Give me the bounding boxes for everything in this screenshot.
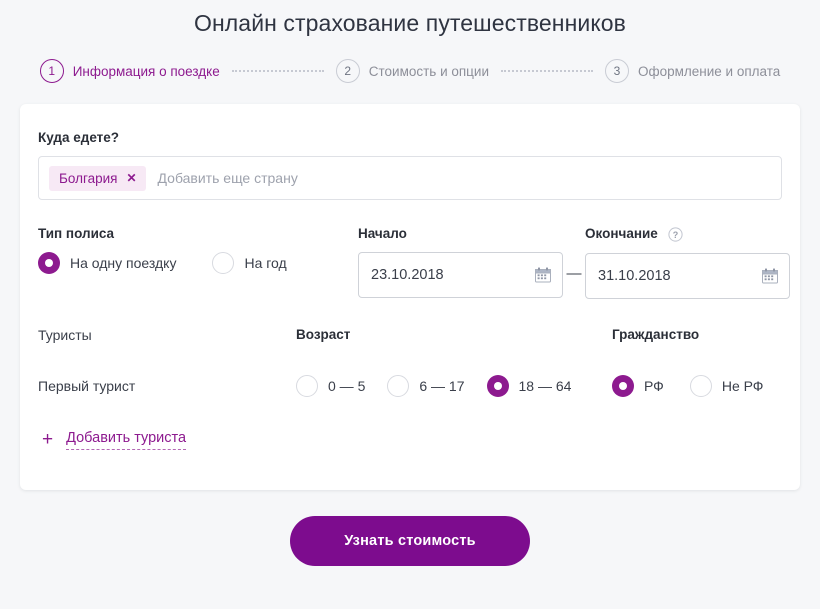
destination-input[interactable]: Болгария ✕ Добавить еще страну <box>38 156 782 200</box>
age-option-0-5[interactable]: 0 — 5 <box>296 374 366 397</box>
policy-option-single-trip[interactable]: На одну поездку <box>38 252 176 274</box>
plus-icon: + <box>42 429 54 451</box>
policy-type-label: Тип полиса <box>38 226 115 241</box>
radio-selected-icon[interactable] <box>486 374 509 397</box>
step-1-number: 1 <box>39 59 64 83</box>
end-date-group: Окончание ? 31.10.2018 <box>585 226 790 299</box>
policy-type-group: Тип полиса На одну поездку На год <box>38 226 358 299</box>
start-date-group: Начало 23.10.2018 <box>358 226 563 299</box>
policy-and-dates-row: Тип полиса На одну поездку На год Начало… <box>38 226 790 299</box>
step-2-label: Стоимость и опции <box>368 63 489 79</box>
step-2-number: 2 <box>335 59 360 83</box>
progress-stepper: 1 Информация о поездке 2 Стоимость и опц… <box>0 59 820 83</box>
tourist-name: Первый турист <box>38 377 136 394</box>
age-option-18-64-label: 18 — 64 <box>518 377 572 394</box>
age-radio-group: 0 — 5 6 — 17 18 — 64 <box>296 374 612 397</box>
radio-unselected-icon[interactable] <box>689 374 712 397</box>
start-date-value: 23.10.2018 <box>371 267 444 283</box>
close-icon[interactable]: ✕ <box>126 172 136 184</box>
destination-label: Куда едете? <box>38 130 120 145</box>
age-option-6-17[interactable]: 6 — 17 <box>387 374 465 397</box>
end-date-label: Окончание ? <box>585 226 790 242</box>
age-option-0-5-label: 0 — 5 <box>328 377 366 394</box>
step-separator-2 <box>501 70 593 72</box>
end-date-label-text: Окончание <box>585 226 658 241</box>
citizenship-option-not-rf-label: Не РФ <box>721 377 764 394</box>
country-chip-label: Болгария <box>59 170 118 186</box>
age-option-18-64[interactable]: 18 — 64 <box>486 374 572 397</box>
radio-unselected-icon[interactable] <box>212 252 235 274</box>
step-3[interactable]: 3 Оформление и оплата <box>605 59 780 83</box>
add-tourist-button[interactable]: + Добавить туриста <box>42 429 187 451</box>
step-1-label: Информация о поездке <box>72 63 220 79</box>
table-row: Первый турист 0 — 5 6 — 17 18 — 64 РФ Не… <box>38 374 782 397</box>
date-range-separator: — <box>563 226 585 299</box>
calendar-icon[interactable] <box>762 268 778 284</box>
step-3-label: Оформление и оплата <box>638 63 781 79</box>
insurance-form-page: Онлайн страхование путешественников 1 Ин… <box>0 0 820 609</box>
policy-option-year-label: На год <box>244 255 287 271</box>
end-date-input[interactable]: 31.10.2018 <box>585 252 790 299</box>
tourists-citizenship-header: Гражданство <box>612 326 700 342</box>
destination-placeholder: Добавить еще страну <box>157 170 298 186</box>
step-2[interactable]: 2 Стоимость и опции <box>335 59 489 83</box>
add-tourist-label: Добавить туриста <box>66 430 187 450</box>
step-3-number: 3 <box>605 59 629 83</box>
start-date-input[interactable]: 23.10.2018 <box>358 252 563 298</box>
step-1[interactable]: 1 Информация о поездке <box>39 59 220 83</box>
calendar-icon[interactable] <box>535 267 551 283</box>
citizenship-option-not-rf[interactable]: Не РФ <box>689 374 764 397</box>
tourists-name-header: Туристы <box>38 326 92 343</box>
page-title: Онлайн страхование путешественников <box>193 10 626 36</box>
policy-option-year[interactable]: На год <box>212 252 287 274</box>
date-range-dash: — <box>566 264 582 282</box>
end-date-value: 31.10.2018 <box>598 267 671 284</box>
policy-type-radios: На одну поездку На год <box>38 252 358 274</box>
help-circle-icon[interactable]: ? <box>667 227 683 242</box>
tourists-header-row: Туристы Возраст Гражданство <box>38 327 782 354</box>
radio-unselected-icon[interactable] <box>387 374 410 397</box>
policy-option-single-trip-label: На одну поездку <box>70 255 177 271</box>
citizenship-option-rf[interactable]: РФ <box>612 374 664 397</box>
radio-unselected-icon[interactable] <box>296 374 318 397</box>
radio-selected-icon[interactable] <box>612 374 634 397</box>
country-chip-bulgaria[interactable]: Болгария ✕ <box>49 165 146 191</box>
citizenship-option-rf-label: РФ <box>644 377 664 394</box>
svg-text:?: ? <box>672 230 678 240</box>
step-separator-1 <box>231 70 324 72</box>
citizenship-radio-group: РФ Не РФ <box>612 374 782 397</box>
tourists-age-header: Возраст <box>296 326 351 342</box>
trip-info-card: Куда едете? Болгария ✕ Добавить еще стра… <box>20 104 800 490</box>
get-price-button[interactable]: Узнать стоимость <box>290 516 530 566</box>
age-option-6-17-label: 6 — 17 <box>419 377 465 394</box>
submit-area: Узнать стоимость <box>0 516 820 566</box>
radio-selected-icon[interactable] <box>38 252 60 274</box>
start-date-label: Начало <box>358 226 407 241</box>
